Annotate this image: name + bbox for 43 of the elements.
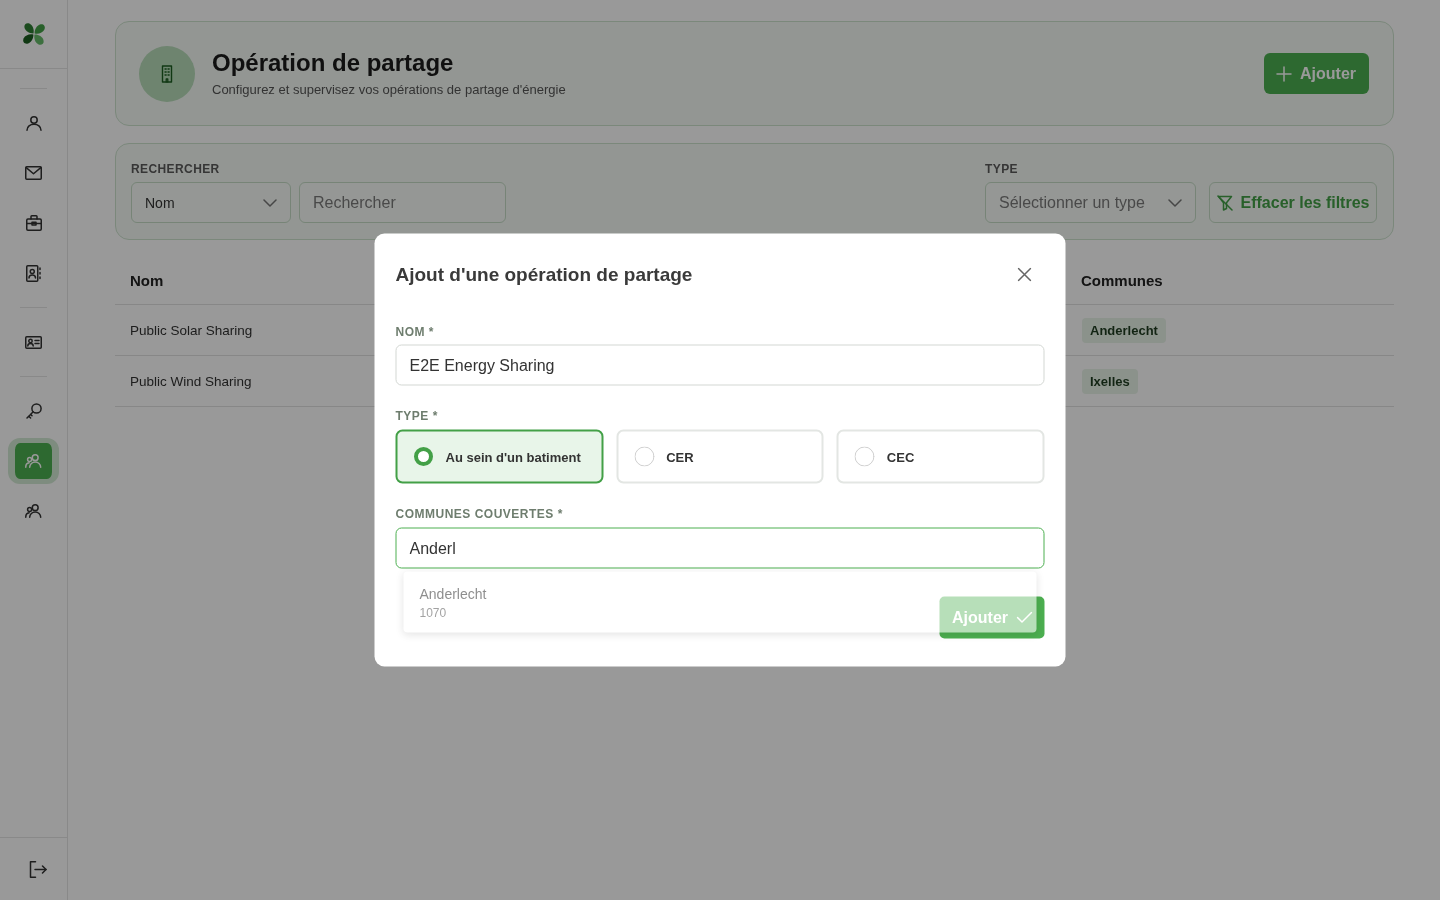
chevron-down-icon — [1168, 198, 1182, 207]
name-input[interactable]: E2E Energy Sharing — [395, 344, 1045, 386]
group-icon — [25, 454, 42, 468]
chevron-down-icon — [263, 198, 277, 207]
column-header: Communes — [1081, 271, 1163, 289]
search-input[interactable]: Rechercher — [299, 182, 506, 223]
field-label: TYPE * — [395, 407, 439, 424]
id-card-icon — [25, 335, 42, 349]
field-select[interactable]: Nom — [131, 182, 291, 223]
page-subtitle: Configurez et supervisez vos opérations de partage d'énergie — [212, 82, 566, 98]
type-select[interactable]: Sélectionner un type — [985, 182, 1196, 223]
mail-icon — [25, 166, 42, 180]
group-icon — [25, 504, 42, 518]
person-icon — [25, 115, 42, 131]
communes-input[interactable]: Anderl — [395, 527, 1045, 569]
close-icon[interactable] — [1017, 267, 1032, 282]
field-label: COMMUNES COUVERTES * — [395, 505, 564, 522]
field-label: NOM * — [395, 323, 435, 340]
table-cell: Public Wind Sharing — [130, 373, 252, 389]
key-icon — [25, 403, 42, 419]
exit-icon[interactable] — [29, 860, 47, 878]
modal-title: Ajout d'une opération de partage — [395, 263, 693, 286]
filter-label: RECHERCHER — [131, 162, 221, 176]
building-icon — [139, 45, 195, 102]
check-icon — [1016, 611, 1032, 624]
column-header: Nom — [130, 271, 164, 289]
radio-icon — [854, 446, 875, 467]
filter-off-icon — [1216, 194, 1233, 211]
type-option[interactable]: CEC — [836, 429, 1045, 484]
table-cell: Public Solar Sharing — [130, 322, 253, 338]
commune-tag: Anderlecht — [1082, 317, 1166, 343]
suggestion-postcode: 1070 — [419, 605, 447, 620]
type-option[interactable]: CER — [616, 429, 824, 484]
suggestion-name[interactable]: Anderlecht — [419, 585, 487, 603]
radio-icon — [634, 446, 655, 467]
page-title: Opération de partage — [212, 49, 455, 77]
commune-tag: Ixelles — [1082, 368, 1138, 394]
radio-icon — [413, 446, 434, 467]
plus-icon — [1276, 65, 1292, 82]
briefcase-icon — [25, 215, 42, 231]
type-option[interactable]: Au sein d'un batiment — [395, 429, 604, 484]
filter-label: TYPE — [985, 162, 1019, 176]
contact-book-icon — [26, 264, 41, 282]
